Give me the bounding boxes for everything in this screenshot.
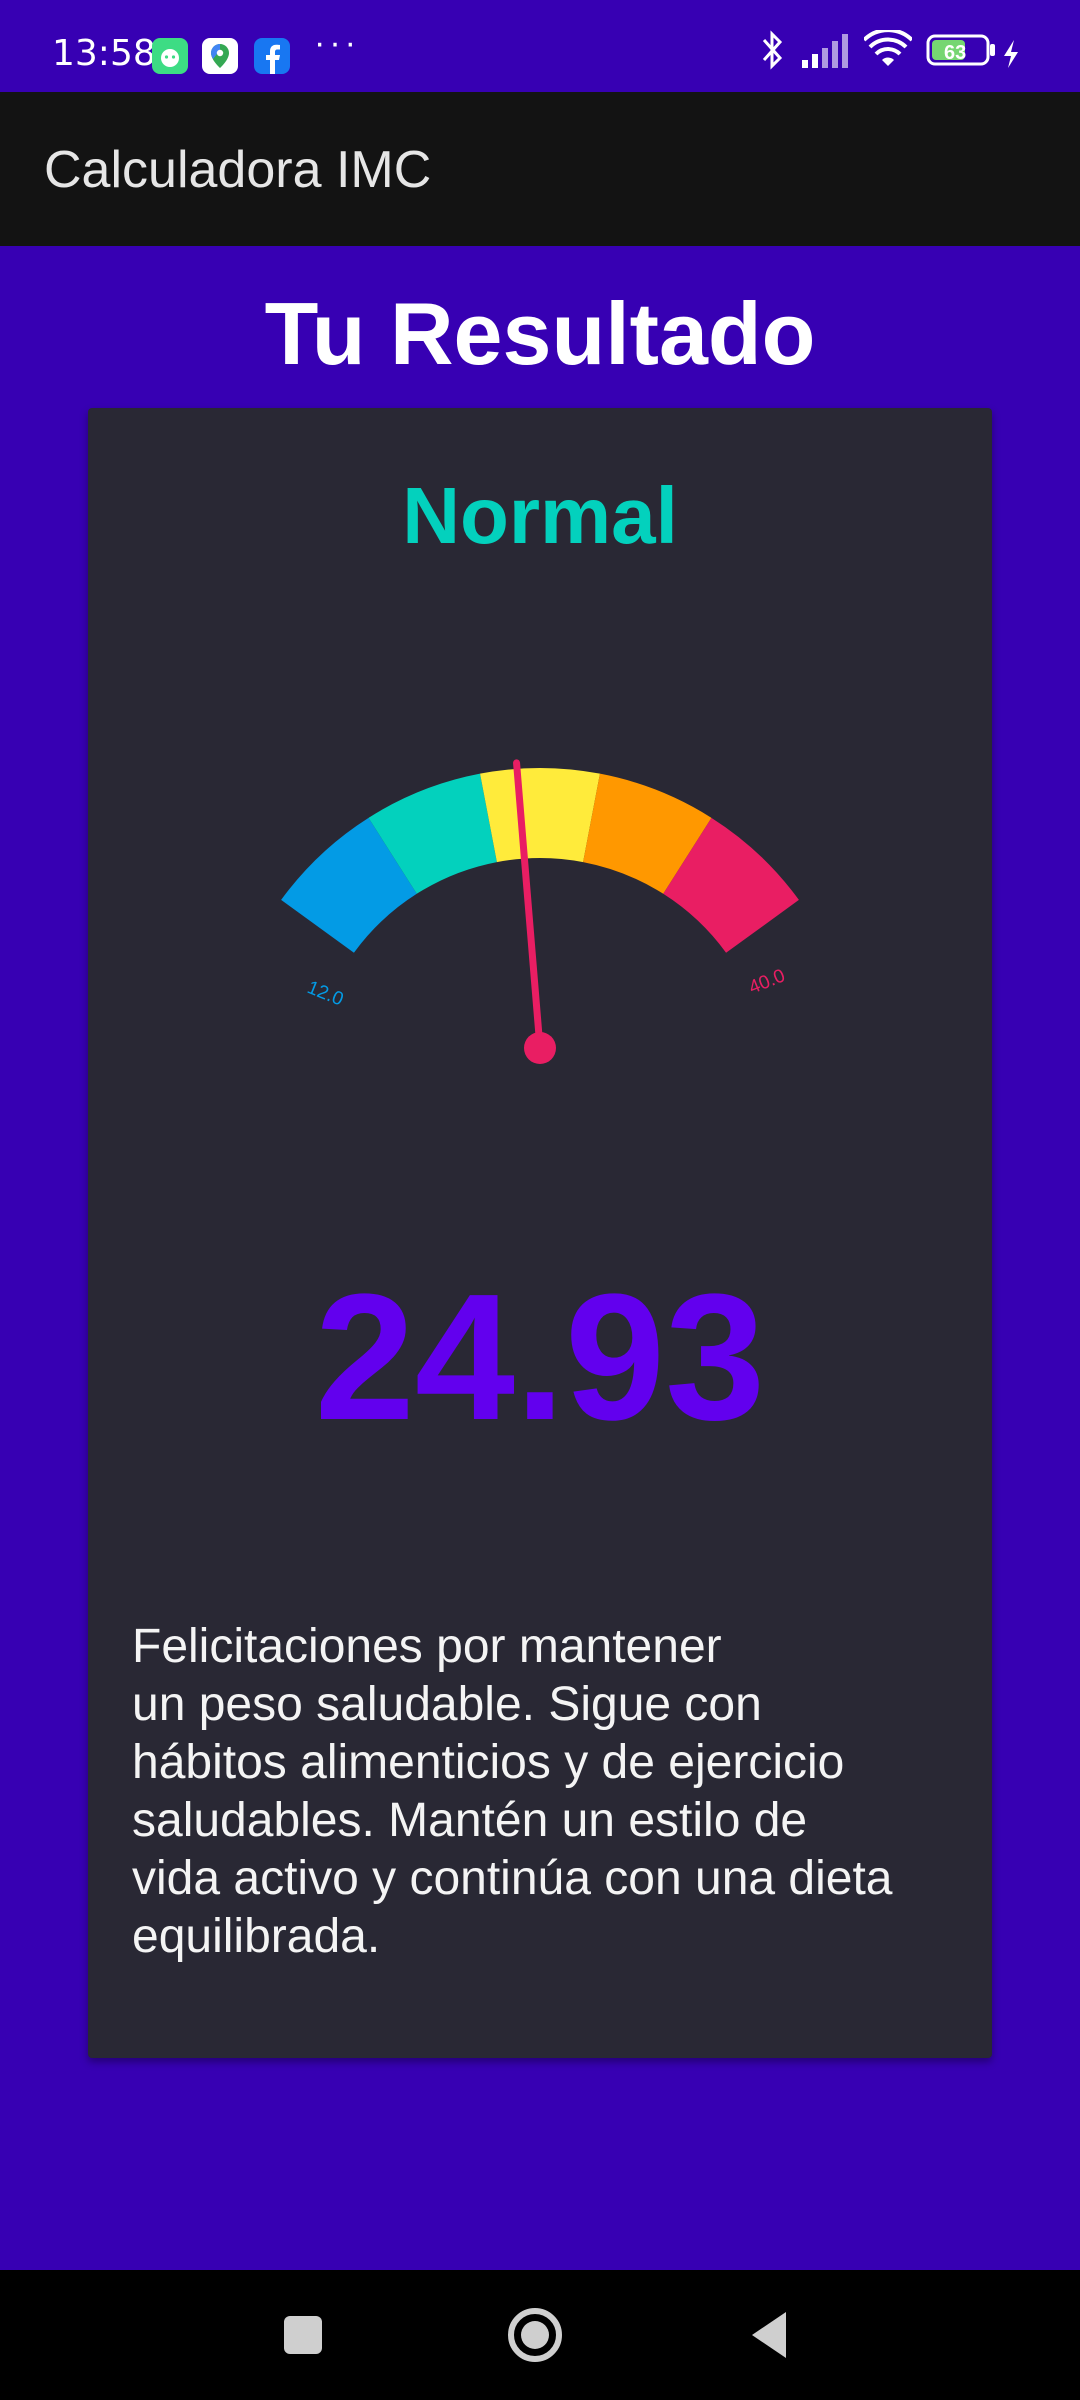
bmi-gauge: 12.0 40.0	[281, 759, 799, 1064]
result-message: Felicitaciones por mantener un peso salu…	[132, 1620, 893, 1963]
gauge-min-label: 12.0	[304, 977, 346, 1010]
gauge-segment	[480, 768, 600, 863]
charging-icon	[1000, 38, 1022, 75]
gauge-needle-hub	[524, 1032, 556, 1064]
back-button[interactable]	[724, 2290, 814, 2380]
back-icon	[752, 2312, 786, 2358]
bmi-category: Normal	[402, 471, 678, 560]
result-card: Normal 12.0 40.0 24.93 Felicitaciones po…	[88, 408, 992, 2058]
android-icon	[152, 38, 188, 74]
battery-level: 63	[944, 42, 967, 64]
gauge-segments	[281, 768, 799, 953]
signal-icon	[800, 30, 854, 75]
recents-icon	[284, 2316, 322, 2354]
bluetooth-icon	[760, 30, 786, 75]
result-heading: Tu Resultado	[264, 284, 816, 383]
bmi-value: 24.93	[314, 1257, 766, 1458]
status-time: 13:58	[52, 33, 156, 74]
app-bar: Calculadora IMC	[0, 92, 1080, 246]
app-title: Calculadora IMC	[44, 141, 432, 199]
home-icon	[508, 2308, 562, 2362]
status-bar: 13:58 ··· 63	[0, 0, 1080, 92]
maps-icon	[202, 38, 238, 74]
navigation-bar	[0, 2270, 1080, 2400]
wifi-icon	[862, 28, 914, 75]
facebook-icon	[254, 38, 290, 74]
recents-button[interactable]	[258, 2290, 348, 2380]
home-button[interactable]	[490, 2290, 580, 2380]
overflow-indicator: ···	[314, 24, 360, 62]
gauge-max-label: 40.0	[746, 965, 788, 998]
